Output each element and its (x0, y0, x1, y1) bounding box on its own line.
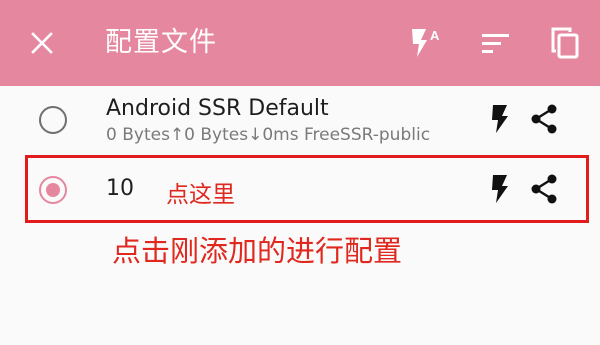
copy-icon[interactable] (545, 0, 585, 86)
profile-row[interactable]: Android SSR Default 0 Bytes↑0 Bytes↓0ms … (0, 86, 600, 154)
share-icon[interactable] (528, 103, 560, 135)
page-title: 配置文件 (105, 27, 217, 58)
sort-icon[interactable] (476, 0, 516, 86)
profile-stats: 0 Bytes↑0 Bytes↓0ms FreeSSR-public (106, 125, 431, 145)
profile-name: Android SSR Default (106, 96, 329, 121)
instruction-annotation: 点击刚添加的进行配置 (112, 234, 403, 268)
close-icon[interactable] (22, 0, 62, 86)
flash-icon[interactable] (486, 102, 514, 136)
profile-radio-unselected[interactable] (39, 106, 67, 134)
highlight-box (25, 155, 589, 223)
toolbar: 配置文件 A (0, 0, 600, 86)
flash-auto-badge: A (430, 28, 440, 43)
flash-auto-icon[interactable]: A (404, 0, 448, 86)
